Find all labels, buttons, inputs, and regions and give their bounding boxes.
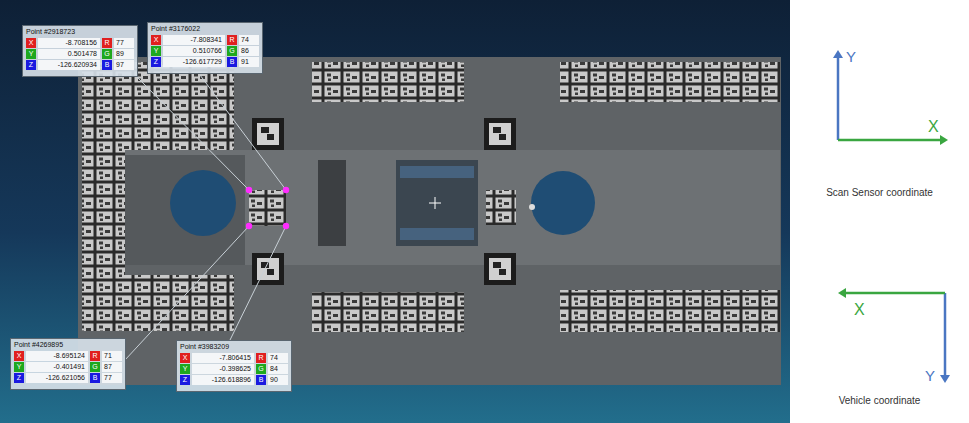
coordinate-row: X-8.695124R71 (14, 351, 122, 361)
coordinate-value: -7.808341 (163, 35, 225, 45)
axis-badge: X (14, 351, 24, 361)
point-title: Point #4269895 (14, 341, 122, 350)
coordinate-value: -126.620934 (38, 60, 100, 70)
axis-badge: Y (151, 46, 161, 56)
axis-badge: Z (151, 57, 161, 67)
y-axis-label: Y (846, 48, 856, 65)
channel-badge: R (227, 35, 237, 45)
channel-value: 71 (102, 351, 122, 361)
point-title: Point #3176022 (151, 25, 259, 34)
channel-value: 97 (114, 60, 134, 70)
coordinate-value: 0.501478 (38, 49, 100, 59)
channel-badge: G (227, 46, 237, 56)
coordinate-row: Z-126.621056B77 (14, 373, 122, 383)
coordinate-row: Z-126.617729B91 (151, 57, 259, 67)
channel-value: 84 (268, 364, 288, 374)
axis-badge: Z (26, 60, 36, 70)
axis-badge: X (180, 353, 190, 363)
picked-point[interactable] (246, 223, 252, 229)
coordinate-value: -7.806415 (192, 353, 254, 363)
channel-badge: R (256, 353, 266, 363)
axis-badge: X (26, 38, 36, 48)
coordinate-value: 0.510766 (163, 46, 225, 56)
crosshair-icon (429, 197, 441, 209)
channel-value: 77 (114, 38, 134, 48)
x-axis-label: X (854, 301, 865, 318)
coordinate-row: X-8.708156R77 (26, 38, 134, 48)
channel-value: 74 (239, 35, 259, 45)
channel-badge: R (102, 38, 112, 48)
axis-badge: Y (180, 364, 190, 374)
coordinate-row: Y0.501478G89 (26, 49, 134, 59)
axis-badge: X (151, 35, 161, 45)
axis-diagram: YXScan Sensor coordinate (790, 10, 969, 200)
axis-caption: Vehicle coordinate (790, 393, 969, 408)
coordinate-value: -0.401491 (26, 362, 88, 372)
channel-badge: G (90, 362, 100, 372)
channel-badge: B (256, 375, 266, 385)
channel-badge: B (227, 57, 237, 67)
axes-icon: YX (790, 218, 969, 393)
point-cloud-view[interactable]: Point #2918723X-8.708156R77Y0.501478G89Z… (0, 0, 790, 423)
channel-value: 74 (268, 353, 288, 363)
x-axis-label: X (928, 118, 939, 135)
channel-value: 90 (268, 375, 288, 385)
y-axis-label: Y (925, 367, 935, 384)
coordinate-value: -126.621056 (26, 373, 88, 383)
coordinate-value: -8.695124 (26, 351, 88, 361)
coordinate-value: -0.398625 (192, 364, 254, 374)
channel-badge: G (102, 49, 112, 59)
axis-badge: Z (180, 375, 190, 385)
coordinate-row: Y-0.401491G87 (14, 362, 122, 372)
channel-value: 91 (239, 57, 259, 67)
channel-badge: B (90, 373, 100, 383)
coordinate-row: Z-126.620934B97 (26, 60, 134, 70)
axis-badge: Y (26, 49, 36, 59)
axis-caption: Scan Sensor coordinate (790, 185, 969, 200)
coordinate-row: Y0.510766G86 (151, 46, 259, 56)
channel-value: 77 (102, 373, 122, 383)
axis-badge: Y (14, 362, 24, 372)
coordinate-row: Z-126.618896B90 (180, 375, 288, 385)
channel-badge: B (102, 60, 112, 70)
picked-point[interactable] (246, 187, 252, 193)
point-label[interactable]: Point #3983209X-7.806415R74Y-0.398625G84… (176, 340, 292, 392)
coordinate-value: -126.617729 (163, 57, 225, 67)
coordinate-value: -8.708156 (38, 38, 100, 48)
coordinate-row: X-7.806415R74 (180, 353, 288, 363)
point-title: Point #3983209 (180, 343, 288, 352)
axis-legend: YXScan Sensor coordinateYXVehicle coordi… (790, 0, 969, 423)
channel-badge: R (90, 351, 100, 361)
point-title: Point #2918723 (26, 28, 134, 37)
point-label[interactable]: Point #2918723X-8.708156R77Y0.501478G89Z… (22, 25, 138, 77)
channel-badge: G (256, 364, 266, 374)
channel-value: 89 (114, 49, 134, 59)
channel-value: 87 (102, 362, 122, 372)
picked-point[interactable] (283, 223, 289, 229)
axis-diagram: YXVehicle coordinate (790, 218, 969, 408)
coordinate-value: -126.618896 (192, 375, 254, 385)
point-label[interactable]: Point #4269895X-8.695124R71Y-0.401491G87… (10, 338, 126, 390)
axis-badge: Z (14, 373, 24, 383)
point-label[interactable]: Point #3176022X-7.808341R74Y0.510766G86Z… (147, 22, 263, 74)
axes-icon: YX (790, 10, 969, 185)
channel-value: 86 (239, 46, 259, 56)
coordinate-row: X-7.808341R74 (151, 35, 259, 45)
coordinate-row: Y-0.398625G84 (180, 364, 288, 374)
picked-point[interactable] (283, 187, 289, 193)
